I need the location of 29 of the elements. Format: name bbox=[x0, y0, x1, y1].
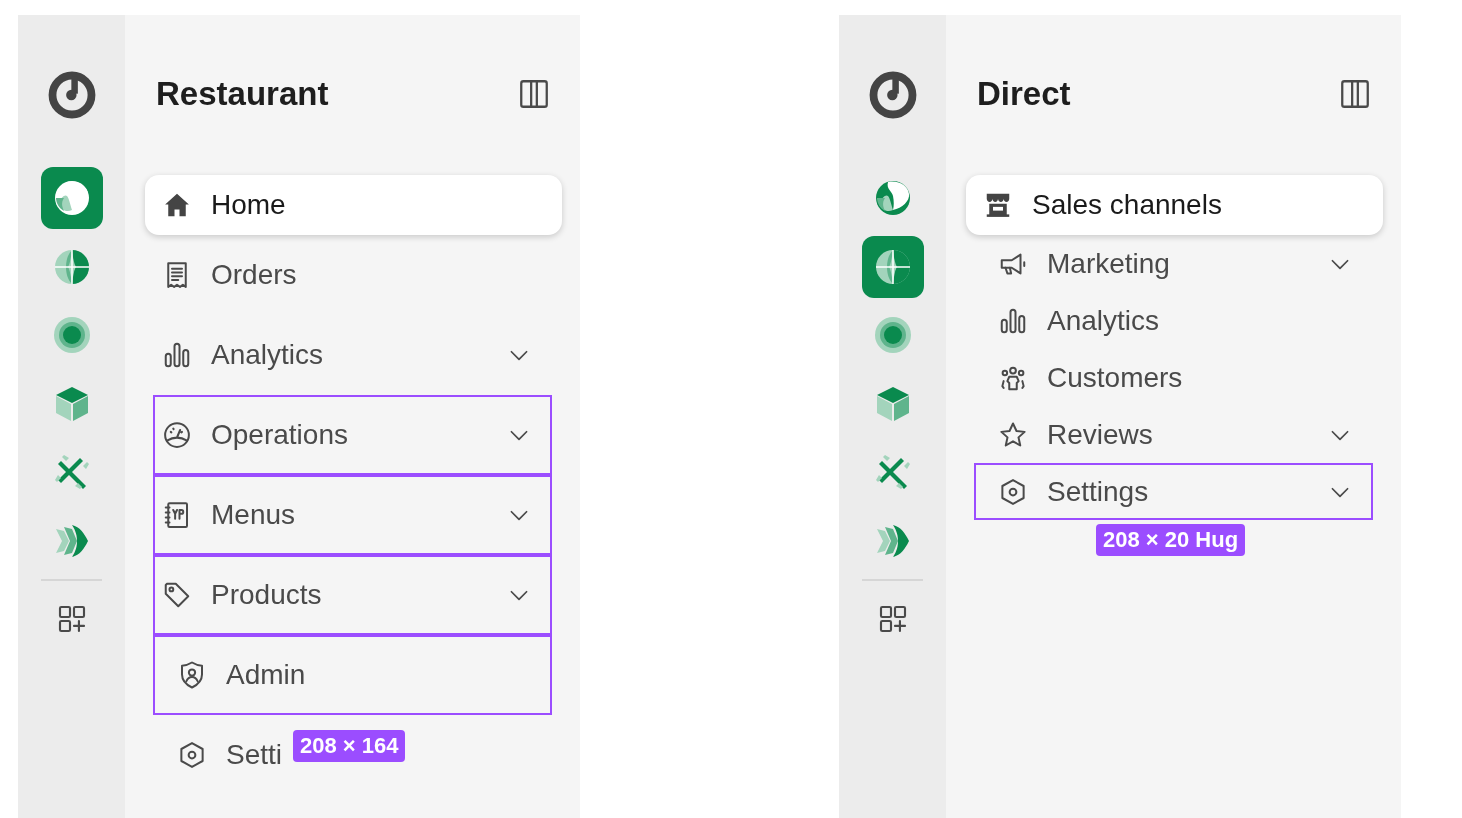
nav-item[interactable]: Analytics bbox=[974, 292, 1162, 349]
target-icon bbox=[872, 315, 913, 356]
sidebar-toggle-icon[interactable] bbox=[1338, 77, 1372, 111]
nav-item[interactable]: Orders bbox=[153, 235, 299, 315]
nav-item[interactable]: Menus bbox=[153, 475, 552, 555]
nav-item[interactable]: Reviews bbox=[974, 406, 1373, 463]
nav-item[interactable]: Customers bbox=[974, 349, 1185, 406]
size-badge: 208 × 20 Hug bbox=[1096, 524, 1246, 556]
section-title: Direct bbox=[977, 75, 1071, 113]
section-title: Restaurant bbox=[156, 75, 329, 113]
gauge-icon bbox=[162, 420, 192, 450]
app-switcher-button[interactable] bbox=[861, 235, 924, 298]
size-badge: 208 × 164 bbox=[293, 730, 406, 762]
tag-icon bbox=[162, 580, 192, 610]
nav-item[interactable]: Setti bbox=[153, 715, 285, 795]
nav-item[interactable]: Products bbox=[153, 555, 552, 635]
nav-item[interactable]: Sales channels bbox=[966, 175, 1383, 235]
nav-item[interactable]: Home bbox=[145, 175, 562, 235]
nav-item[interactable]: Admin bbox=[153, 635, 552, 715]
bar-chart-icon bbox=[162, 340, 192, 370]
nav-item[interactable]: Operations bbox=[153, 395, 552, 475]
nav-item[interactable]: Analytics bbox=[153, 315, 552, 395]
app-switcher-button[interactable] bbox=[40, 167, 103, 229]
target-icon bbox=[51, 315, 92, 356]
nav-item[interactable]: Settings bbox=[974, 463, 1373, 520]
sidebar-toggle-icon[interactable] bbox=[517, 77, 551, 111]
settings-icon bbox=[998, 476, 1028, 507]
nav-item[interactable]: Marketing bbox=[974, 235, 1373, 292]
settings-icon bbox=[177, 740, 207, 770]
